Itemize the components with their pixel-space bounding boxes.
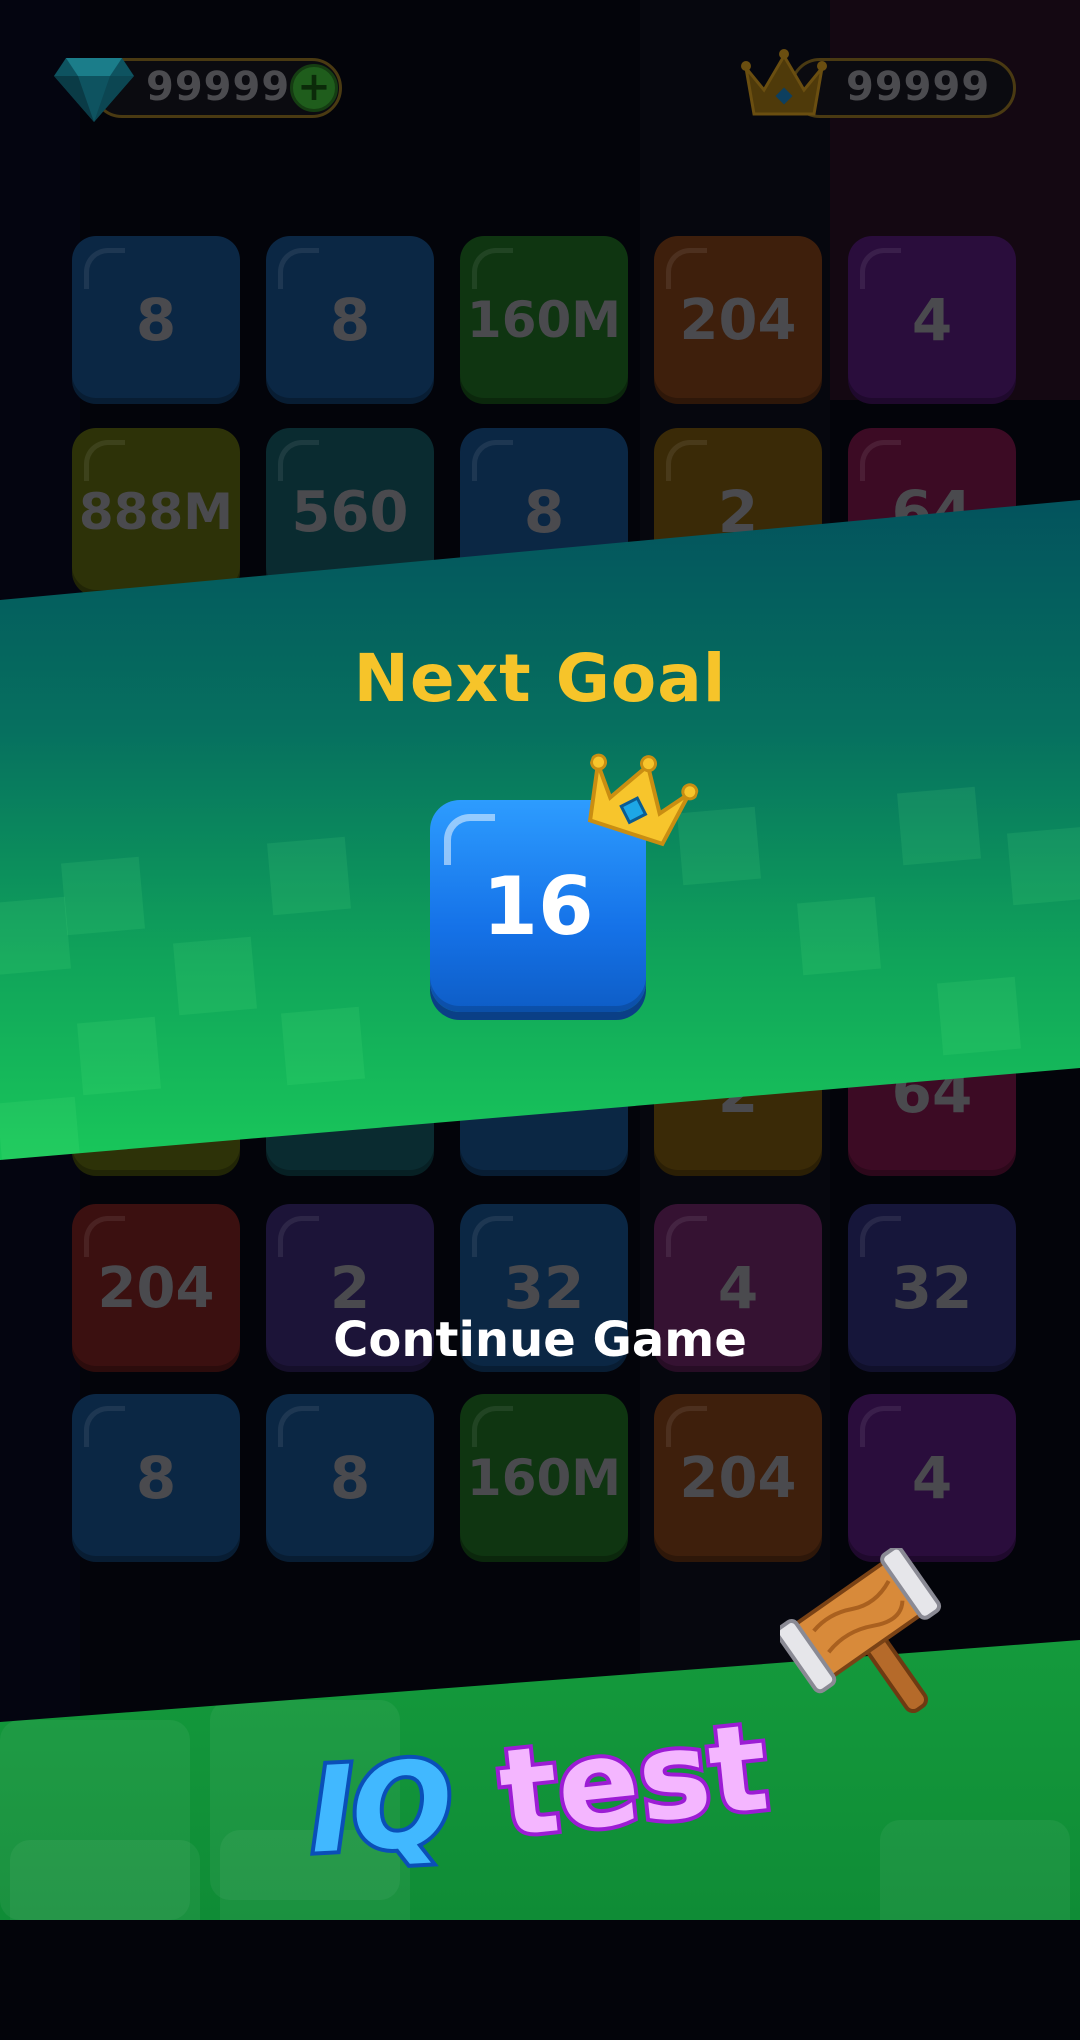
decoration <box>0 896 71 976</box>
decoration <box>880 1820 1070 1920</box>
board-tile: 8 <box>266 236 434 404</box>
logo-iq-text: IQ <box>302 1730 457 1883</box>
decoration <box>0 1096 81 1160</box>
decoration <box>10 1840 200 1920</box>
crowns-value: 99999 <box>846 64 991 110</box>
goal-tile-value: 16 <box>482 859 594 953</box>
decoration <box>797 896 881 976</box>
decoration <box>77 1016 161 1096</box>
decoration <box>61 856 145 936</box>
crown-icon <box>741 49 827 116</box>
diamond-icon <box>54 58 134 122</box>
decoration <box>897 786 981 866</box>
board-tile: 160M <box>460 236 628 404</box>
board-tile: 4 <box>848 236 1016 404</box>
decoration <box>281 1006 365 1086</box>
board-tile: 204 <box>654 236 822 404</box>
next-goal-title: Next Goal <box>353 640 727 717</box>
add-gems-button[interactable]: + <box>290 64 338 112</box>
decoration <box>267 836 351 916</box>
decoration <box>1007 826 1080 906</box>
board-tile: 8 <box>72 1394 240 1562</box>
board-tile: 8 <box>266 1394 434 1562</box>
gems-value: 99999 <box>146 64 291 110</box>
hammer-icon <box>780 1548 942 1714</box>
logo-test-text: test <box>489 1694 778 1868</box>
board-tile: 8 <box>72 236 240 404</box>
board-tile: 160M <box>460 1394 628 1562</box>
board-tile: 4 <box>848 1394 1016 1562</box>
decoration <box>937 976 1021 1056</box>
continue-game-button[interactable]: Continue Game <box>0 1312 1080 1368</box>
board-tile: 888M <box>72 428 240 596</box>
board-tile: 204 <box>654 1394 822 1562</box>
decoration <box>677 806 761 886</box>
decoration <box>173 936 257 1016</box>
